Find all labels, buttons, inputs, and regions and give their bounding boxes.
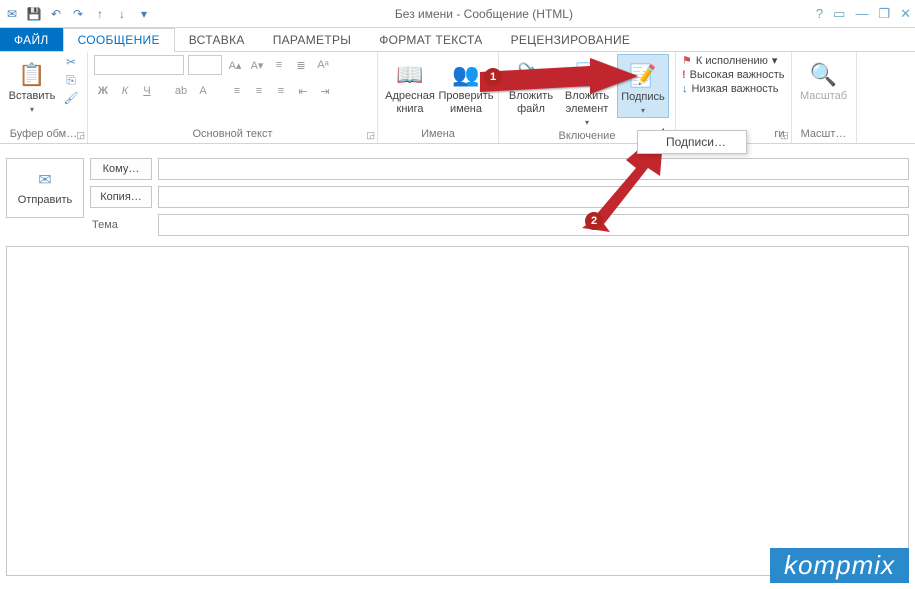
styles-icon[interactable]: Aᵃ bbox=[314, 56, 332, 74]
down-icon[interactable]: ↓ bbox=[114, 6, 130, 22]
low-importance-label: Низкая важность bbox=[692, 83, 779, 95]
magnifier-icon: 🔍 bbox=[808, 58, 840, 90]
redo-icon[interactable]: ↷ bbox=[70, 6, 86, 22]
bullets-icon[interactable]: ≡ bbox=[270, 56, 288, 74]
help-icon[interactable]: ? bbox=[816, 6, 823, 21]
group-zoom-label: Масшт… bbox=[798, 127, 850, 143]
zoom-label: Масштаб bbox=[800, 90, 847, 103]
increase-indent-icon[interactable]: ⇥ bbox=[316, 82, 334, 100]
close-icon[interactable]: ✕ bbox=[900, 6, 911, 22]
shrink-font-icon[interactable]: A▾ bbox=[248, 56, 266, 74]
align-center-icon[interactable]: ≡ bbox=[250, 82, 268, 100]
tab-format[interactable]: ФОРМАТ ТЕКСТА bbox=[365, 28, 496, 51]
signature-dropdown: Подписи… bbox=[637, 130, 747, 154]
restore-icon[interactable]: ❐ bbox=[878, 6, 890, 22]
up-icon[interactable]: ↑ bbox=[92, 6, 108, 22]
save-icon[interactable]: 💾 bbox=[26, 6, 42, 22]
address-book-label: Адресная книга bbox=[384, 90, 436, 116]
message-body[interactable] bbox=[6, 246, 909, 576]
ribbon-tabs: ФАЙЛ СООБЩЕНИЕ ВСТАВКА ПАРАМЕТРЫ ФОРМАТ … bbox=[0, 28, 915, 52]
cut-icon[interactable]: ✂ bbox=[62, 54, 80, 70]
tab-message[interactable]: СООБЩЕНИЕ bbox=[63, 28, 175, 52]
annotation-arrow-1 bbox=[480, 62, 640, 105]
follow-up-button[interactable]: ⚑ К исполнению ▾ bbox=[682, 54, 785, 67]
group-names-label: Имена bbox=[384, 127, 492, 143]
callout-1: 1 bbox=[484, 68, 502, 86]
send-icon: ✉ bbox=[38, 170, 51, 190]
group-clipboard: 📋 Вставить ▾ ✂ ⎘ 🖌 Буфер обм… ◲ bbox=[0, 52, 88, 143]
chevron-down-icon: ▾ bbox=[30, 103, 34, 116]
mail-icon: ✉ bbox=[4, 6, 20, 22]
zoom-button[interactable]: 🔍 Масштаб bbox=[798, 54, 850, 103]
compose-header: ✉ Отправить Кому… Копия… Тема bbox=[0, 144, 915, 240]
group-clipboard-label: Буфер обм… bbox=[6, 127, 81, 143]
low-importance-icon: ↓ bbox=[682, 83, 688, 95]
tags-launcher-icon[interactable]: ◲ bbox=[780, 130, 789, 141]
font-name-combo[interactable] bbox=[94, 55, 184, 75]
undo-icon[interactable]: ↶ bbox=[48, 6, 64, 22]
quick-access-toolbar: ✉ 💾 ↶ ↷ ↑ ↓ ▾ bbox=[4, 6, 152, 22]
flag-icon: ⚑ bbox=[682, 54, 692, 67]
decrease-indent-icon[interactable]: ⇤ bbox=[294, 82, 312, 100]
qat-more-icon[interactable]: ▾ bbox=[136, 6, 152, 22]
send-button[interactable]: ✉ Отправить bbox=[6, 158, 84, 218]
font-color-icon[interactable]: A bbox=[194, 82, 212, 100]
window-title: Без имени - Сообщение (HTML) bbox=[152, 7, 816, 21]
cc-button[interactable]: Копия… bbox=[90, 186, 152, 208]
window-controls: ? ▭ — ❐ ✕ bbox=[816, 6, 911, 22]
clipboard-launcher-icon[interactable]: ◲ bbox=[76, 130, 85, 141]
address-book-button[interactable]: 📖 Адресная книга bbox=[384, 54, 436, 116]
callout-2: 2 bbox=[585, 212, 603, 230]
chevron-down-icon: ▾ bbox=[772, 54, 778, 67]
numbering-icon[interactable]: ≣ bbox=[292, 56, 310, 74]
grow-font-icon[interactable]: A▴ bbox=[226, 56, 244, 74]
underline-button[interactable]: Ч bbox=[138, 82, 156, 100]
ribbon: 📋 Вставить ▾ ✂ ⎘ 🖌 Буфер обм… ◲ A▴ A▾ ≡ … bbox=[0, 52, 915, 144]
tab-insert[interactable]: ВСТАВКА bbox=[175, 28, 259, 51]
send-label: Отправить bbox=[18, 194, 73, 206]
high-importance-button[interactable]: ! Высокая важность bbox=[682, 69, 785, 81]
group-zoom: 🔍 Масштаб Масшт… bbox=[792, 52, 857, 143]
subject-input[interactable] bbox=[158, 214, 909, 236]
minimize-icon[interactable]: — bbox=[855, 6, 868, 21]
low-importance-button[interactable]: ↓ Низкая важность bbox=[682, 83, 785, 95]
ribbon-toggle-icon[interactable]: ▭ bbox=[833, 6, 845, 22]
tab-options[interactable]: ПАРАМЕТРЫ bbox=[259, 28, 366, 51]
to-input[interactable] bbox=[158, 158, 909, 180]
group-font-label: Основной текст bbox=[94, 127, 371, 143]
align-left-icon[interactable]: ≡ bbox=[228, 82, 246, 100]
tab-file[interactable]: ФАЙЛ bbox=[0, 28, 63, 51]
paste-button[interactable]: 📋 Вставить ▾ bbox=[6, 54, 58, 116]
address-book-icon: 📖 bbox=[394, 58, 426, 90]
highlight-icon[interactable]: ab bbox=[172, 82, 190, 100]
group-basic-text: A▴ A▾ ≡ ≣ Aᵃ Ж К Ч ab A ≡ ≡ ≡ ⇤ ⇥ Основн bbox=[88, 52, 378, 143]
follow-up-label: К исполнению bbox=[696, 55, 768, 67]
paste-icon: 📋 bbox=[16, 58, 48, 90]
watermark: kompmix bbox=[770, 548, 909, 583]
cc-input[interactable] bbox=[158, 186, 909, 208]
format-painter-icon[interactable]: 🖌 bbox=[62, 90, 80, 106]
bold-button[interactable]: Ж bbox=[94, 82, 112, 100]
check-names-icon: 👥 bbox=[450, 58, 482, 90]
align-right-icon[interactable]: ≡ bbox=[272, 82, 290, 100]
title-bar: ✉ 💾 ↶ ↷ ↑ ↓ ▾ Без имени - Сообщение (HTM… bbox=[0, 0, 915, 28]
high-importance-icon: ! bbox=[682, 69, 686, 81]
font-size-combo[interactable] bbox=[188, 55, 222, 75]
font-launcher-icon[interactable]: ◲ bbox=[366, 130, 375, 141]
to-button[interactable]: Кому… bbox=[90, 158, 152, 180]
paste-label: Вставить bbox=[9, 90, 56, 103]
subject-label: Тема bbox=[90, 219, 152, 231]
italic-button[interactable]: К bbox=[116, 82, 134, 100]
high-importance-label: Высокая важность bbox=[690, 69, 785, 81]
signatures-menu-item[interactable]: Подписи… bbox=[638, 131, 746, 153]
copy-icon[interactable]: ⎘ bbox=[62, 72, 80, 88]
chevron-down-icon: ▾ bbox=[641, 104, 645, 117]
tab-review[interactable]: РЕЦЕНЗИРОВАНИЕ bbox=[497, 28, 645, 51]
